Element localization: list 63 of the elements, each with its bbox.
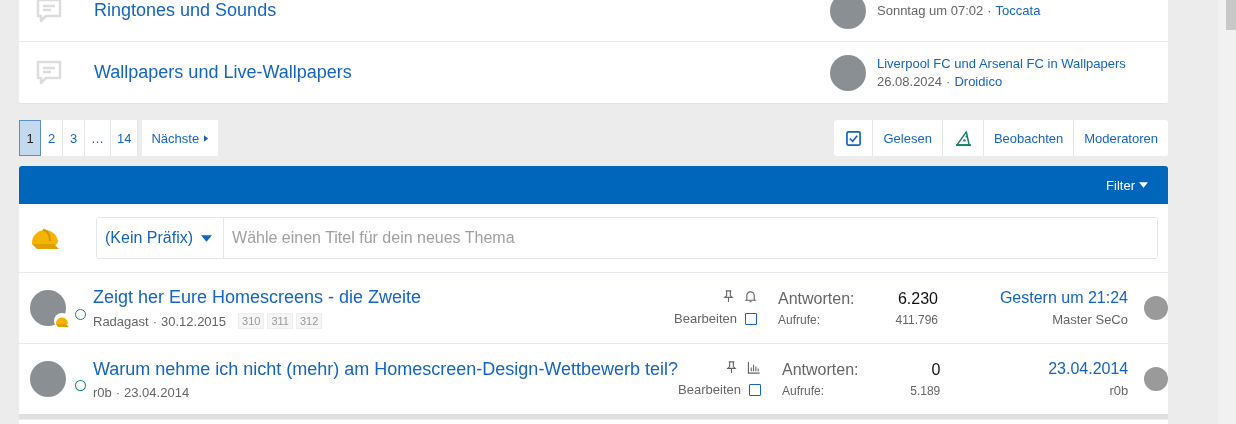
page-link[interactable]: 3 — [63, 120, 85, 156]
bar-chart-icon — [747, 361, 761, 374]
replies-label: Antworten: — [778, 289, 855, 308]
thread-title-link[interactable]: Warum nehme ich nicht (mehr) am Homescreen-Design-Wettbewerb teil? — [92, 358, 679, 380]
separator-dot: · — [115, 384, 121, 400]
avatar[interactable] — [830, 0, 866, 29]
caret-icon — [1139, 182, 1148, 188]
views-label: Aufrufe: — [782, 383, 825, 398]
username-link[interactable]: Radagast — [93, 313, 149, 329]
caret-icon — [204, 134, 210, 142]
post-date: 26.08.2024 — [877, 74, 943, 89]
views-label: Aufrufe: — [778, 312, 821, 327]
filter-button[interactable]: Filter — [1106, 177, 1148, 193]
views-count: 5.189 — [910, 383, 941, 398]
username-link[interactable]: Master SeCo — [1052, 312, 1128, 327]
helmet-icon — [54, 313, 70, 329]
avatar[interactable] — [1144, 367, 1168, 391]
bell-icon — [744, 290, 757, 303]
username-link[interactable]: r0b — [1109, 383, 1129, 398]
thread-date: 30.12.2015 — [161, 313, 227, 329]
thread-title-link[interactable]: Zeigt her Eure Homescreens - die Zweite — [93, 287, 675, 308]
forum-link[interactable]: Wallpapers und Live-Wallpapers — [94, 62, 830, 83]
edit-label: Bearbeiten — [674, 311, 737, 326]
page-link[interactable]: 14 — [111, 120, 139, 156]
pin-icon — [722, 290, 735, 303]
action-link[interactable]: Gelesen — [872, 120, 942, 156]
avatar[interactable] — [830, 54, 866, 91]
last-post-link[interactable]: Gestern um 21:24 — [999, 289, 1128, 307]
avatar[interactable] — [30, 361, 66, 397]
avatar[interactable] — [1144, 296, 1168, 320]
speech-bubble-icon — [35, 0, 63, 25]
action-link[interactable]: Moderatoren — [1073, 120, 1168, 156]
hat-icon — [954, 129, 972, 147]
select-checkbox[interactable] — [749, 383, 761, 396]
scrollbar[interactable] — [1218, 0, 1236, 424]
page-link[interactable]: 1 — [19, 120, 41, 156]
thread-date: 23.04.2014 — [124, 384, 190, 400]
separator-dot: · — [152, 313, 157, 329]
replies-count: 6.230 — [897, 289, 938, 308]
pin-icon — [725, 361, 738, 374]
next-page-link[interactable]: Nächste — [142, 120, 219, 156]
username-link[interactable]: r0b — [92, 384, 112, 400]
latest-thread-link[interactable]: Liverpool FC und Arsenal FC in Wallpapers — [877, 56, 1126, 71]
views-count: 411.796 — [895, 312, 938, 327]
page-link[interactable]: 2 — [41, 120, 63, 156]
caret-icon — [201, 234, 213, 242]
username-link[interactable]: Droidico — [954, 74, 1003, 89]
replies-label: Antworten: — [782, 360, 859, 379]
separator-dot: · — [946, 74, 951, 89]
replies-count: 0 — [931, 360, 941, 379]
post-date: Sonntag um 07:02 — [877, 3, 984, 18]
page-link[interactable]: … — [85, 120, 111, 156]
select-checkbox[interactable] — [745, 312, 757, 325]
separator-dot: · — [987, 3, 992, 18]
username-link[interactable]: Toccata — [995, 3, 1041, 18]
speech-bubble-icon — [35, 58, 63, 87]
action-link[interactable]: Beobachten — [982, 120, 1074, 156]
last-post-link[interactable]: 23.04.2014 — [1048, 360, 1129, 378]
new-thread-field[interactable]: (Kein Präfix) Wähle einen Titel für dein neues Thema — [96, 217, 1158, 259]
avatar[interactable] — [30, 290, 66, 326]
checkbox-icon — [846, 130, 862, 146]
edit-label: Bearbeiten — [678, 382, 741, 397]
forum-link[interactable]: Ringtones und Sounds — [94, 0, 830, 21]
